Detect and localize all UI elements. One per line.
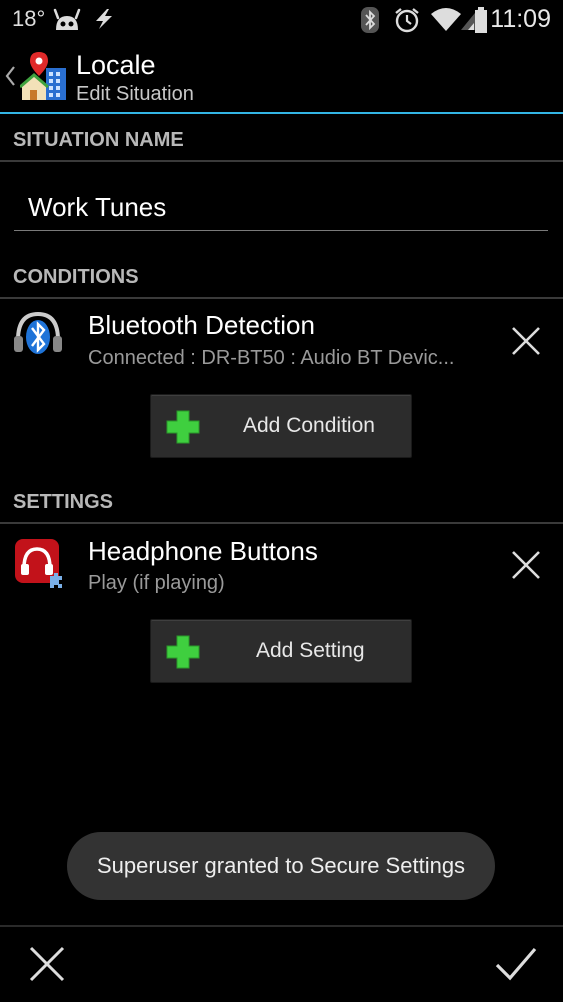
wifi-icon bbox=[431, 8, 461, 31]
condition-item[interactable]: Bluetooth Detection Connected : DR-BT50 … bbox=[0, 300, 563, 386]
condition-subtitle: Connected : DR-BT50 : Audio BT Devic... bbox=[88, 347, 455, 369]
close-icon[interactable] bbox=[28, 945, 66, 983]
add-condition-label: Add Condition bbox=[243, 414, 375, 437]
toast-text: Superuser granted to Secure Settings bbox=[96, 853, 466, 878]
setting-title: Headphone Buttons bbox=[88, 536, 318, 566]
section-divider bbox=[0, 160, 563, 162]
settings-header: SETTINGS bbox=[13, 491, 114, 513]
status-bar: 18° 11:09 bbox=[0, 0, 563, 40]
checkmark-icon[interactable] bbox=[494, 945, 538, 983]
conditions-header: CONDITIONS bbox=[13, 266, 139, 288]
action-bar-divider bbox=[0, 112, 563, 114]
battery-icon bbox=[475, 7, 487, 33]
toast-message: Superuser granted to Secure Settings bbox=[67, 832, 495, 900]
situation-name-input[interactable] bbox=[14, 185, 548, 231]
bluetooth-headset-icon bbox=[14, 311, 62, 354]
clock-text: 11:09 bbox=[490, 5, 551, 33]
alarm-icon bbox=[395, 8, 419, 33]
section-divider bbox=[0, 297, 563, 299]
cyanogen-android-icon bbox=[53, 8, 81, 30]
temperature-text: 18° bbox=[12, 6, 46, 31]
add-setting-label: Add Setting bbox=[256, 639, 365, 662]
section-divider bbox=[0, 522, 563, 524]
add-setting-button[interactable]: Add Setting bbox=[150, 619, 412, 683]
condition-title: Bluetooth Detection bbox=[88, 310, 315, 340]
back-caret-icon[interactable] bbox=[4, 64, 16, 88]
add-condition-button[interactable]: Add Condition bbox=[150, 394, 412, 458]
setting-subtitle: Play (if playing) bbox=[88, 572, 225, 594]
locale-app-icon[interactable] bbox=[20, 50, 70, 104]
plus-icon bbox=[166, 635, 200, 669]
screen-subtitle: Edit Situation bbox=[76, 83, 194, 105]
situation-name-header: SITUATION NAME bbox=[13, 129, 184, 151]
flash-icon bbox=[96, 9, 112, 29]
bottom-action-bar bbox=[0, 925, 563, 1002]
remove-condition-close-icon[interactable] bbox=[509, 324, 543, 358]
bluetooth-icon bbox=[361, 7, 379, 33]
headphone-plugin-icon bbox=[15, 539, 62, 588]
remove-setting-close-icon[interactable] bbox=[509, 548, 543, 582]
app-title[interactable]: Locale bbox=[76, 50, 156, 81]
plus-icon bbox=[166, 410, 200, 444]
action-bar[interactable]: Locale Edit Situation bbox=[0, 40, 563, 112]
setting-item[interactable]: Headphone Buttons Play (if playing) bbox=[0, 526, 563, 612]
